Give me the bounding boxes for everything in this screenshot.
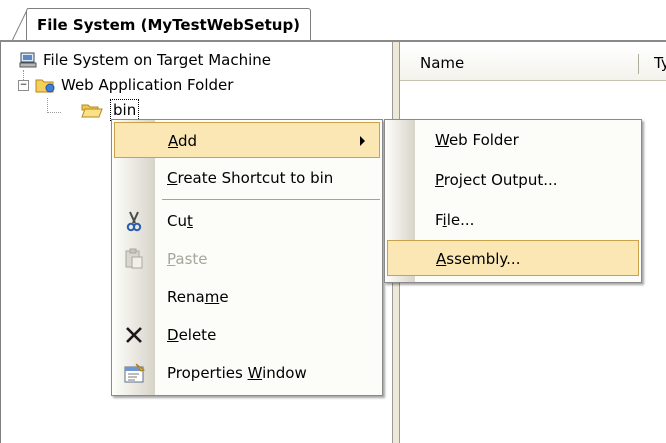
computer-icon [19,52,37,68]
menu-item-delete[interactable]: Delete [114,317,380,353]
tree-line [47,98,49,113]
menu-item-label: Cut [167,212,193,230]
submenu-item-project-output[interactable]: Project Output... [387,162,639,198]
submenu-item-file[interactable]: File... [387,202,639,238]
menu-item-label: Add [168,132,198,150]
menu-item-label: Rename [167,288,229,306]
context-menu: Add Create Shortcut to bin Cut Paste Ren… [111,119,383,396]
tree-node-label: File System on Target Machine [43,51,271,69]
menu-item-create-shortcut[interactable]: Create Shortcut to bin [114,160,380,196]
document-tab-strip: File System (MyTestWebSetup) [0,0,666,42]
tree-node-label: Web Application Folder [61,76,234,94]
submenu-item-web-folder[interactable]: Web Folder [387,122,639,158]
menu-item-label: Properties Window [167,364,307,382]
tree-node-bin[interactable]: bin [110,99,140,121]
tree-expander-collapse-icon[interactable]: − [18,80,29,91]
column-divider[interactable] [638,54,639,74]
menu-item-rename[interactable]: Rename [114,279,380,315]
menu-item-label: Assembly... [436,250,521,268]
scissors-icon [126,211,142,232]
tab-file-system[interactable]: File System (MyTestWebSetup) [26,8,312,42]
menu-item-label: Project Output... [435,171,558,189]
menu-item-cut[interactable]: Cut [114,203,380,239]
web-folder-icon [35,79,55,93]
submenu-item-assembly[interactable]: Assembly... [387,240,639,276]
properties-icon [124,363,146,383]
menu-item-add[interactable]: Add [114,122,380,158]
menu-item-label: Web Folder [435,131,519,149]
clipboard-icon [125,248,143,269]
menu-item-label: Create Shortcut to bin [167,169,334,187]
menu-separator [162,199,380,200]
menu-item-label: Paste [167,250,208,268]
delete-x-icon [126,327,142,343]
add-submenu: Web Folder Project Output... File... Ass… [384,119,642,283]
tree-line [47,112,61,114]
menu-item-label: Delete [167,326,217,344]
menu-item-label: File... [435,211,475,229]
list-column-header: Name Type [400,46,666,81]
column-header-name[interactable]: Name [420,46,464,80]
folder-open-icon [81,104,103,118]
menu-item-properties-window[interactable]: Properties Window [114,355,380,391]
submenu-arrow-icon [360,136,365,146]
column-header-type[interactable]: Type [654,46,666,80]
menu-item-paste[interactable]: Paste [114,241,380,277]
